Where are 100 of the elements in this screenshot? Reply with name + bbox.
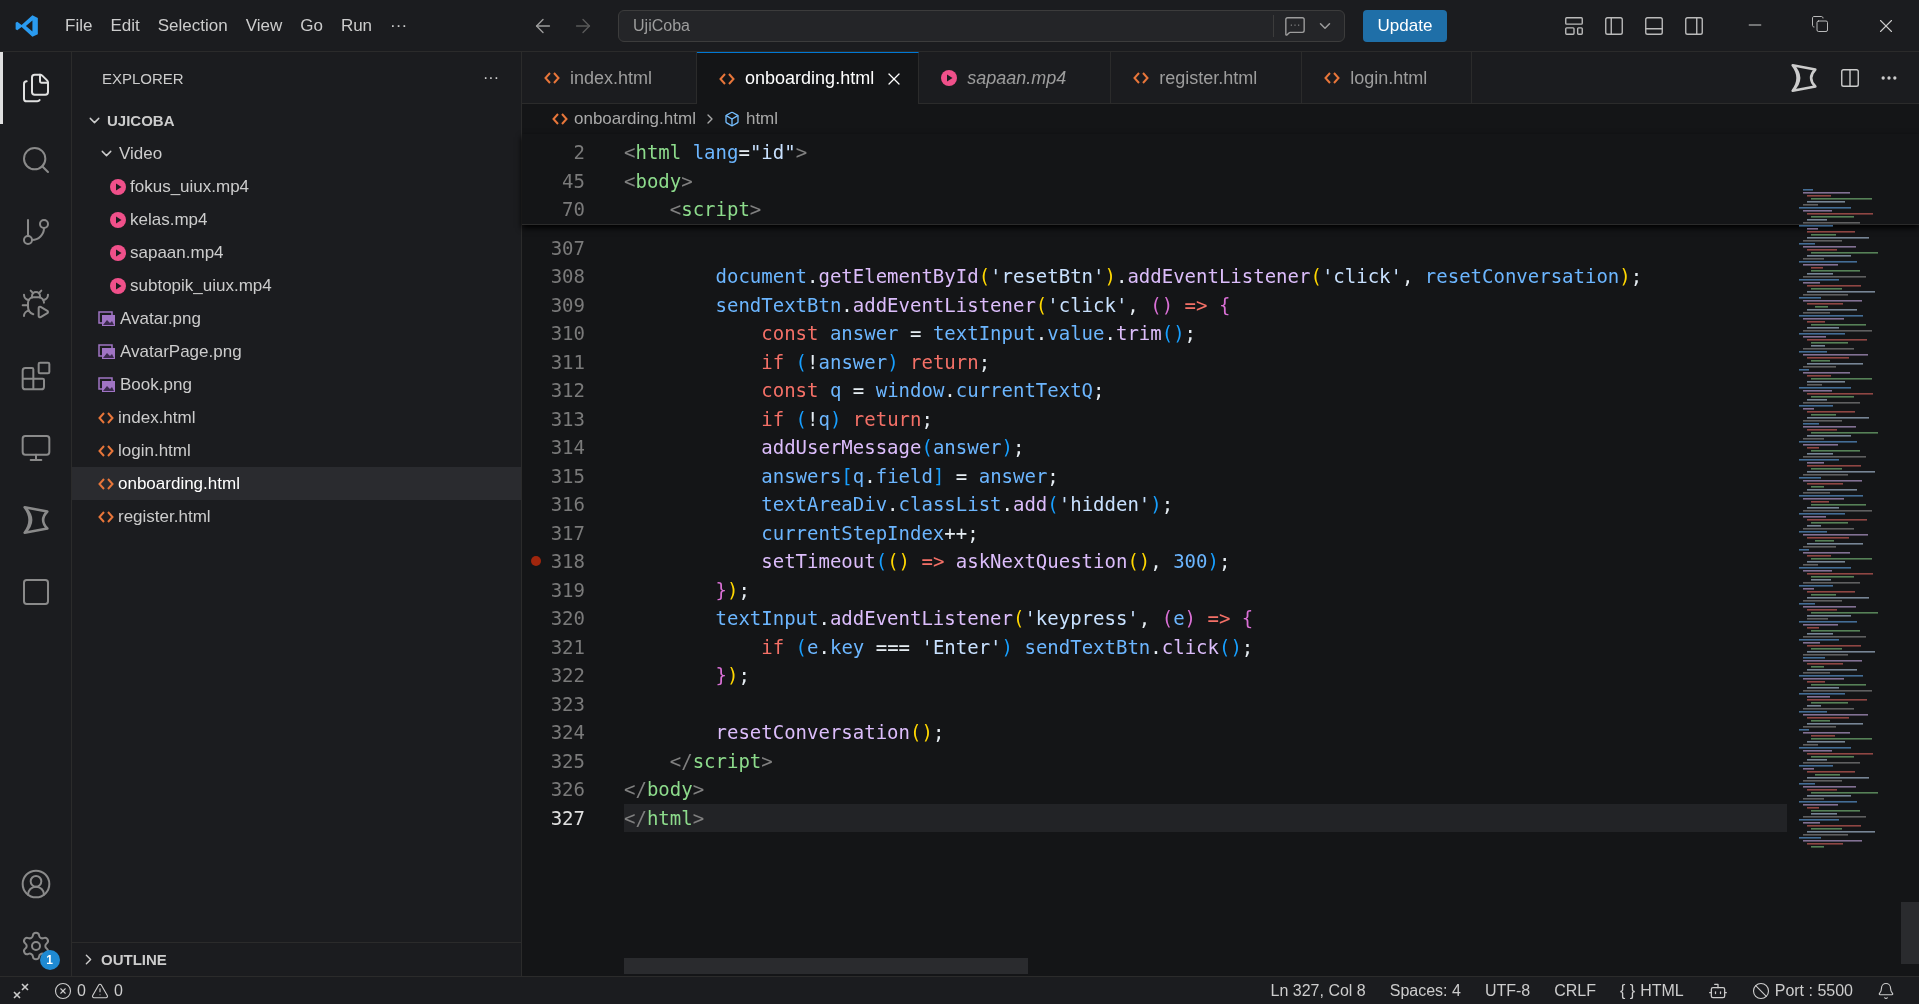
play-file-icon [110,178,126,195]
html-file-icon [1133,70,1150,86]
code-line: setTimeout(() => askNextQuestion(), 300); [760,549,1232,574]
code-line: </body> [624,777,706,802]
file-row[interactable]: AvatarPage.png [72,335,521,368]
code-line: const q = window.currentTextQ; [760,378,1106,403]
play-file-icon [110,244,126,261]
command-center[interactable]: UjiCoba [618,9,1345,42]
line-number: 310 [550,322,585,345]
file-row[interactable]: fokus_uiux.mp4 [72,170,521,203]
restore-icon[interactable] [1811,14,1829,33]
panel-left-icon[interactable] [1603,14,1625,37]
sticky-code-line[interactable]: <script> [624,195,1787,224]
panel-right-icon[interactable] [1683,14,1705,37]
code-line: addUserMessage(answer); [760,435,1026,460]
split-editor-icon[interactable] [1839,66,1861,89]
panel-bottom-icon[interactable] [1643,14,1665,37]
port-status[interactable]: Port : 5500 [1739,981,1865,1000]
code-line: if (!answer) return; [760,349,992,375]
line-number: 323 [550,692,585,715]
html-file-icon [544,70,560,86]
line-number: 311 [550,350,585,373]
code-line: document.getElementById('resetBtn').addEventListener('click', resetConversation); [714,264,1644,289]
file-row[interactable]: onboarding.html [72,467,521,500]
menu-item[interactable]: Selection [148,15,237,36]
file-row[interactable]: register.html [72,500,521,533]
file-row[interactable]: login.html [72,434,521,467]
menu-item[interactable]: View [236,15,292,36]
notification-badge: 1 [39,950,60,970]
code-logo-icon [14,12,40,39]
image-file-icon [98,343,116,360]
line-number: 315 [550,464,585,487]
encoding[interactable]: UTF-8 [1472,981,1543,1000]
line-number: 2 [572,141,585,164]
line-number: 309 [550,293,585,316]
line-number: 326 [550,778,585,801]
more-button[interactable]: ··· [483,69,499,87]
menu-item[interactable]: Run [331,15,382,36]
file-row[interactable]: subtopik_uiux.mp4 [72,269,521,302]
folder-row[interactable]: UJICOBA [72,104,521,137]
account-icon[interactable] [19,868,52,900]
code-line: const answer = textInput.value.trim(); [760,321,1198,346]
line-number: 325 [550,749,585,772]
sticky-code-line[interactable]: <body> [624,166,1787,195]
line-number: 320 [550,607,585,630]
file-row[interactable]: index.html [72,401,521,434]
indentation[interactable]: Spaces: 4 [1377,981,1473,1000]
cursor-position[interactable]: Ln 327, Col 8 [1258,981,1378,1000]
folder-row[interactable]: Video [72,137,521,170]
line-number: 45 [561,169,585,192]
chat-icon[interactable] [1284,14,1306,37]
sticky-code-line[interactable]: <html lang="id"> [624,138,1787,167]
file-row[interactable]: sapaan.mp4 [72,236,521,269]
code-line: }); [714,663,751,688]
line-number: 308 [550,265,585,288]
menu-item[interactable]: File [56,15,102,36]
editor-tab[interactable]: register.html [1111,52,1303,104]
menu-item[interactable]: Edit [101,15,149,36]
error-icon [54,981,72,1000]
line-number: 313 [550,407,585,430]
line-number: 307 [550,236,585,259]
file-row[interactable]: kelas.mp4 [72,203,521,236]
circle-slash-icon [1751,981,1770,1000]
menu-item[interactable]: Go [291,15,332,36]
breadcrumb[interactable]: onboarding.html [574,109,696,129]
line-number: 319 [550,578,585,601]
editor-tab[interactable]: sapaan.mp4 [919,52,1112,104]
menu-item[interactable]: ··· [381,15,417,36]
html-file-icon [552,111,568,127]
layout-icon[interactable] [1563,14,1585,37]
line-number: 316 [550,493,585,516]
code-line: if (!q) return; [760,406,934,432]
image-file-icon [98,376,116,393]
line-number: 312 [550,379,585,402]
line-number: 327 [550,806,585,829]
bell-icon[interactable] [1877,981,1895,1000]
breakpoint-dot[interactable] [531,556,541,567]
extensions-icon[interactable] [19,360,52,392]
code-line: if (e.key === 'Enter') sendTextBtn.click(); [760,634,1255,660]
breadcrumb[interactable]: html [745,109,779,129]
editor-tab[interactable]: login.html [1302,52,1473,104]
bug-play-icon[interactable] [19,288,52,320]
code-line: resetConversation(); [714,720,946,745]
file-row[interactable]: Avatar.png [72,302,521,335]
line-ending[interactable]: CRLF [1542,981,1608,1000]
line-number: 322 [550,664,585,687]
code-line: textInput.addEventListener('keypress', (e) => { [714,606,1255,631]
editor-tab[interactable]: onboarding.html [697,52,920,104]
update-button[interactable]: Update [1363,9,1447,42]
line-number: 321 [550,635,585,658]
cube-icon [723,111,740,127]
remote-icon[interactable] [12,981,30,1000]
monitor-icon[interactable] [19,432,52,464]
code-line: textAreaDiv.classList.add('hidden'); [760,492,1175,517]
warning-icon [90,981,109,1000]
image-file-icon [98,310,116,327]
file-row[interactable]: Book.png [72,368,521,401]
language-mode[interactable]: { } HTML [1608,981,1696,1000]
problems-indicator[interactable]: 0 0 [42,981,135,1000]
line-number: 317 [550,521,585,544]
